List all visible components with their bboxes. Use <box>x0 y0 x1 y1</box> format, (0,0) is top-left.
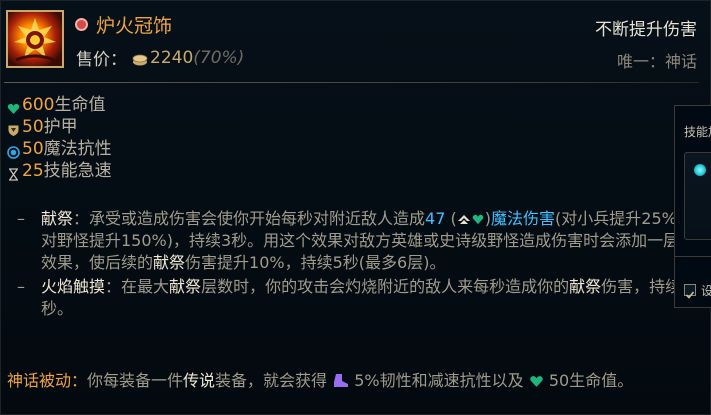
price-row: 售价： 2240 (70%) <box>76 45 245 71</box>
ability-power-icon <box>457 215 470 224</box>
mythic-highlight: 传说 <box>183 371 216 390</box>
gold-coin-icon <box>131 51 149 66</box>
passive-colon: ： <box>105 277 122 296</box>
stat-label: 护甲 <box>43 117 78 137</box>
damage-value: 47 <box>425 209 446 228</box>
slider-handle[interactable] <box>694 164 706 176</box>
heart-icon <box>530 376 543 387</box>
item-name-text: 炉火冠饰 <box>96 15 173 37</box>
bullet-dash: – <box>17 277 25 296</box>
sunfire-aegis-icon <box>6 10 64 68</box>
mythic-badge-icon <box>75 18 88 31</box>
passive-list: – 献祭：承受或造成伤害会使你开始每秒对附近敌人造成47 ()魔法伤害(对小兵提… <box>13 208 693 322</box>
magic-damage-text: 魔法伤害 <box>491 209 556 228</box>
item-tagline: 不断提升伤害 <box>595 20 697 40</box>
passive-highlight: 献祭 <box>169 277 202 296</box>
stat-value: 50 <box>22 117 44 137</box>
passive-highlight: 献祭 <box>153 253 186 272</box>
magic-resist-icon <box>7 143 20 159</box>
scaling-icons: () <box>450 209 492 228</box>
heart-icon <box>7 99 20 114</box>
stat-armor: 50 护甲 <box>7 116 112 138</box>
passive-immolate: – 献祭：承受或造成伤害会使你开始每秒对附近敌人造成47 ()魔法伤害(对小兵提… <box>13 208 693 274</box>
hourglass-icon <box>7 165 20 181</box>
passive-text: 在最大 <box>121 277 170 296</box>
stat-label: 魔法抗性 <box>43 139 112 159</box>
stat-label: 生命值 <box>54 95 106 115</box>
stat-value: 25 <box>22 161 44 181</box>
price-label: 售价： <box>76 50 127 70</box>
mythic-passive-label: 神话被动： <box>7 371 88 390</box>
checkbox-label: 设 <box>701 282 711 299</box>
passive-text: 伤害提升10%，持续5秒(最多6层)。 <box>185 253 446 272</box>
panel-label: 技能加 <box>684 125 711 139</box>
armor-shield-icon <box>7 121 20 136</box>
settings-checkbox[interactable] <box>684 284 696 299</box>
mythic-passive: 神话被动：你每装备一件传说装备，就会获得 5%韧性和减速抗性以及 50生命值。 <box>7 370 697 392</box>
heart-icon <box>472 214 484 225</box>
mythic-text: 你每装备一件 <box>87 371 184 390</box>
stat-value: 50 <box>22 139 44 159</box>
stat-value: 600 <box>22 95 55 115</box>
unique-label: 唯一：神话 <box>616 52 697 71</box>
header-divider <box>4 82 699 83</box>
tenacity-boot-icon <box>334 374 349 387</box>
passive-colon: ： <box>73 209 90 228</box>
stat-health: 600 生命值 <box>7 94 112 116</box>
price-percent: (70%) <box>193 47 245 68</box>
item-tooltip: 炉火冠饰 售价： 2240 (70%) 不断提升伤害 唯一：神话 600 生命值… <box>0 0 711 415</box>
passive-highlight: 献祭 <box>569 277 602 296</box>
passive-text: 层数时，你的攻击会灼烧附近的敌人来每秒造成你的 <box>201 277 570 296</box>
stats-list: 600 生命值 50 护甲 50 魔法抗性 25 技能急速 <box>7 94 112 182</box>
passive-name: 献祭 <box>41 209 74 228</box>
bullet-dash: – <box>17 209 25 228</box>
stat-ability-haste: 25 技能急速 <box>7 160 112 182</box>
stat-label: 技能急速 <box>43 161 112 181</box>
passive-text: 承受或造成伤害会使你开始每秒对附近敌人造成 <box>89 209 426 228</box>
background-settings-panel: 技能加 设 <box>674 105 711 308</box>
mythic-text: 50生命值。 <box>548 371 634 390</box>
mythic-text: 装备，就会获得 <box>215 371 328 390</box>
passive-name: 火焰触摸 <box>41 277 106 296</box>
item-name: 炉火冠饰 <box>75 11 172 38</box>
price-value: 2240 <box>150 47 194 68</box>
passive-flame-touch: – 火焰触摸：在最大献祭层数时，你的攻击会灼烧附近的敌人来每秒造成你的献祭伤害，… <box>13 276 693 320</box>
mythic-text: 5%韧性和减速抗性以及 <box>354 371 524 390</box>
stat-magic-resist: 50 魔法抗性 <box>7 138 112 160</box>
panel-divider <box>675 256 711 257</box>
